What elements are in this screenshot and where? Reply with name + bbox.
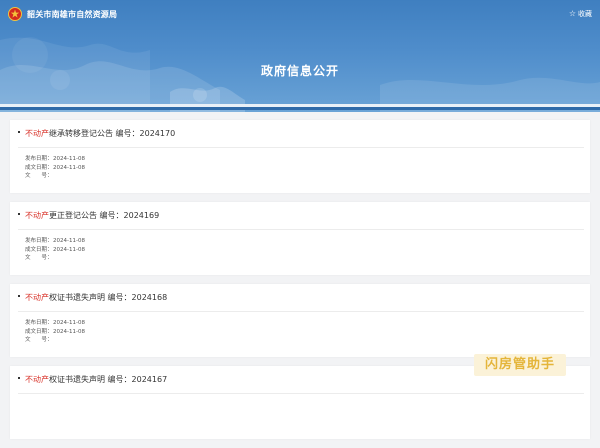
create-date-label: 成文日期：	[25, 246, 53, 253]
item-title: 权证书遗失声明 编号：2024168	[49, 293, 168, 302]
publish-date-label: 发布日期：	[25, 238, 53, 244]
publish-date: 2024-11-08	[53, 320, 85, 326]
national-emblem-icon	[8, 7, 22, 21]
create-date-label: 成文日期：	[25, 328, 53, 335]
item-title: 更正登记公告 编号：2024169	[49, 211, 160, 220]
bullet-icon	[18, 131, 20, 133]
doc-number-label: 文 号：	[25, 337, 53, 343]
publish-date: 2024-11-08	[53, 238, 85, 244]
favorite-label: 收藏	[578, 10, 592, 18]
item-title-link[interactable]: 不动产权证书遗失声明 编号：2024167	[25, 374, 167, 385]
doc-number-label: 文 号：	[25, 173, 53, 179]
watermark-logo: 闪房管助手	[474, 354, 566, 376]
header-banner: 韶关市南雄市自然资源局 ☆ 收藏 政府信息公开	[0, 0, 600, 112]
item-title-link[interactable]: 不动产更正登记公告 编号：2024169	[25, 210, 159, 221]
item-title: 权证书遗失声明 编号：2024167	[49, 375, 168, 384]
list-item: 不动产权证书遗失声明 编号：2024167	[10, 366, 590, 439]
bullet-icon	[18, 213, 20, 215]
item-title-link[interactable]: 不动产继承转移登记公告 编号：2024170	[25, 128, 175, 139]
publish-date-label: 发布日期：	[25, 156, 53, 162]
page-title: 政府信息公开	[260, 64, 339, 78]
item-tag: 不动产	[25, 211, 49, 220]
item-title-link[interactable]: 不动产权证书遗失声明 编号：2024168	[25, 292, 167, 303]
divider	[18, 311, 584, 312]
list-item: 不动产继承转移登记公告 编号：2024170 发布日期：2024-11-08 成…	[10, 120, 590, 193]
item-title: 继承转移登记公告 编号：2024170	[49, 129, 176, 138]
favorite-button[interactable]: ☆ 收藏	[569, 9, 592, 19]
notice-list: 不动产继承转移登记公告 编号：2024170 发布日期：2024-11-08 成…	[10, 120, 590, 448]
publish-date-label: 发布日期：	[25, 320, 53, 326]
divider	[18, 147, 584, 148]
bullet-icon	[18, 295, 20, 297]
create-date: 2024-11-08	[53, 246, 85, 253]
create-date: 2024-11-08	[53, 164, 85, 171]
item-tag: 不动产	[25, 375, 49, 384]
publish-date: 2024-11-08	[53, 156, 85, 162]
item-meta: 发布日期：2024-11-08 成文日期：2024-11-08 文 号：	[25, 319, 85, 345]
item-meta: 发布日期：2024-11-08 成文日期：2024-11-08 文 号：	[25, 155, 85, 181]
create-date: 2024-11-08	[53, 328, 85, 335]
item-tag: 不动产	[25, 293, 49, 302]
banner-stripe-dark	[0, 107, 600, 110]
create-date-label: 成文日期：	[25, 164, 53, 171]
bullet-icon	[18, 377, 20, 379]
list-item: 不动产权证书遗失声明 编号：2024168 发布日期：2024-11-08 成文…	[10, 284, 590, 357]
doc-number-label: 文 号：	[25, 255, 53, 261]
list-item: 不动产更正登记公告 编号：2024169 发布日期：2024-11-08 成文日…	[10, 202, 590, 275]
star-icon: ☆	[568, 9, 576, 18]
divider	[18, 229, 584, 230]
item-tag: 不动产	[25, 129, 49, 138]
site-title[interactable]: 韶关市南雄市自然资源局	[27, 9, 117, 20]
divider	[18, 393, 584, 394]
item-meta: 发布日期：2024-11-08 成文日期：2024-11-08 文 号：	[25, 237, 85, 263]
top-bar: 韶关市南雄市自然资源局 ☆ 收藏	[0, 0, 600, 30]
